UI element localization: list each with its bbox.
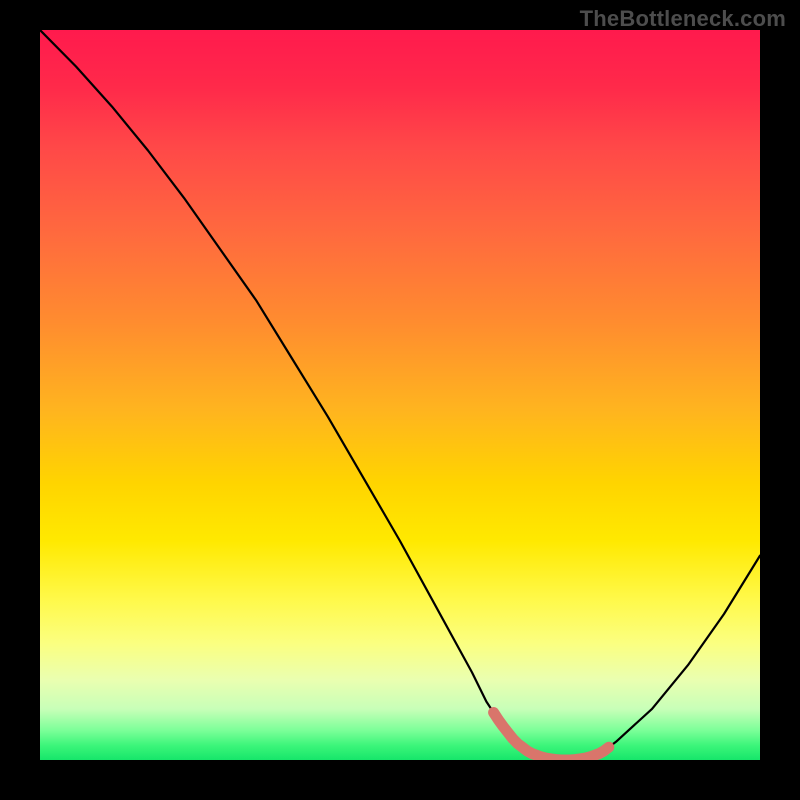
watermark-text: TheBottleneck.com <box>580 6 786 32</box>
optimum-marker <box>40 30 760 760</box>
plot-area <box>40 30 760 760</box>
chart-frame: TheBottleneck.com <box>0 0 800 800</box>
